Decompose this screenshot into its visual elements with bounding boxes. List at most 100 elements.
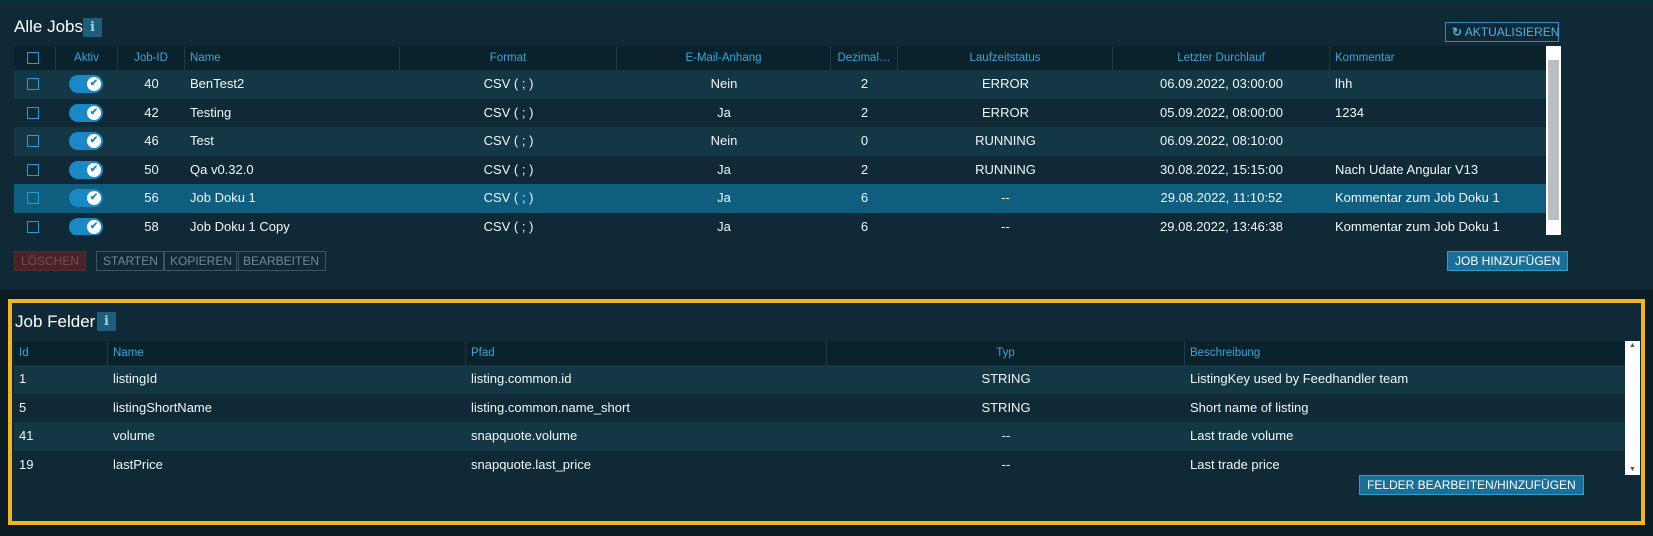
header-description[interactable]: Beschreibung (1185, 341, 1625, 365)
job-active-toggle[interactable]: ✔ (69, 132, 103, 150)
job-status-cell: RUNNING (975, 161, 1036, 177)
job-last-run-cell: 30.08.2022, 15:15:00 (1160, 161, 1283, 177)
job-row[interactable]: ✔ 50 Qa v0.32.0 CSV ( ; ) Ja 2 RUNNING 30.08.20… (14, 155, 1561, 184)
header-field-name[interactable]: Name (108, 341, 466, 365)
check-icon: ✔ (87, 191, 101, 205)
header-comment[interactable]: Kommentar (1330, 46, 1545, 70)
jobs-info-icon[interactable]: i (83, 18, 102, 37)
field-row[interactable]: 1 listingId listing.common.id STRING Listing… (14, 365, 1625, 394)
scroll-up-icon[interactable]: ▲ (1625, 341, 1640, 351)
job-row[interactable]: ✔ 40 BenTest2 CSV ( ; ) Nein 2 ERROR 06.09.2022… (14, 70, 1561, 99)
job-active-toggle[interactable]: ✔ (69, 217, 103, 235)
header-last-run[interactable]: Letzter Durchlauf (1113, 46, 1330, 70)
edit-fields-button[interactable]: FELDER BEARBEITEN/HINZUFÜGEN (1359, 475, 1584, 495)
edit-button[interactable]: BEARBEITEN (236, 251, 327, 271)
job-decimal-cell: 0 (860, 133, 869, 148)
select-all-checkbox[interactable] (27, 52, 39, 64)
jobs-panel-title: Alle Jobs (14, 17, 83, 36)
add-job-button[interactable]: JOB HINZUFÜGEN (1447, 251, 1569, 271)
header-email[interactable]: E-Mail-Anhang (617, 46, 831, 70)
refresh-button[interactable]: ↻ AKTUALISIEREN (1445, 22, 1559, 42)
field-id-cell: 41 (19, 428, 34, 443)
job-last-run-cell: 06.09.2022, 08:10:00 (1160, 133, 1283, 148)
job-comment-cell: Kommentar zum Job Doku 1 (1335, 218, 1500, 234)
copy-button[interactable]: KOPIEREN (163, 251, 240, 271)
job-format-cell: CSV ( ; ) (483, 104, 534, 120)
header-select-all-cell (14, 46, 56, 70)
jobs-scrollbar-thumb[interactable] (1548, 60, 1559, 220)
job-row-checkbox[interactable] (27, 192, 39, 204)
job-id-cell: 40 (144, 76, 159, 91)
field-path-cell: snapquote.last_price (471, 456, 591, 472)
field-id-cell: 5 (19, 399, 27, 415)
field-row[interactable]: 5 listingShortName listing.common.name_sho… (14, 393, 1625, 422)
job-email-cell: Nein (710, 133, 738, 148)
scroll-down-icon[interactable]: ▼ (1625, 465, 1640, 475)
job-decimal-cell: 2 (860, 76, 869, 91)
job-email-cell: Nein (710, 76, 738, 91)
job-name-cell: Job Doku 1 (190, 190, 256, 205)
header-name[interactable]: Name (185, 46, 400, 70)
jobs-table: Aktiv Job-ID Name Format E-Mail-Anhang D… (14, 46, 1561, 235)
job-email-cell: Ja (717, 190, 731, 205)
delete-button[interactable]: LÖSCHEN (14, 251, 87, 271)
job-row-checkbox[interactable] (27, 106, 39, 119)
jobs-table-scrollbar[interactable] (1546, 46, 1561, 235)
job-row[interactable]: ✔ 46 Test CSV ( ; ) Nein 0 RUNNING 06.09.2022, … (14, 127, 1561, 156)
fields-table: Id Name Pfad Typ Beschreibung 1 listingId… (14, 341, 1640, 475)
job-status-cell: RUNNING (975, 133, 1036, 148)
job-email-cell: Ja (717, 161, 731, 177)
field-path-cell: listing.common.name_short (471, 399, 630, 415)
job-active-toggle[interactable]: ✔ (69, 189, 103, 207)
job-row[interactable]: ✔ 42 Testing CSV ( ; ) Ja 2 ERROR 05.09.2022, 0… (14, 98, 1561, 127)
job-active-toggle[interactable]: ✔ (69, 160, 103, 179)
start-button[interactable]: STARTEN (96, 251, 165, 271)
header-format[interactable]: Format (400, 46, 617, 70)
job-id-cell: 46 (144, 133, 159, 148)
job-row-checkbox[interactable] (27, 163, 39, 176)
fields-panel: Job Felder i Id Name Pfad Typ Beschreibu… (8, 299, 1645, 525)
job-name-cell: Test (190, 133, 214, 148)
field-row[interactable]: 41 volume snapquote.volume -- Last trade vol… (14, 422, 1625, 451)
job-decimal-cell: 6 (860, 190, 869, 205)
job-last-run-cell: 06.09.2022, 03:00:00 (1160, 76, 1283, 91)
header-type[interactable]: Typ (827, 341, 1185, 365)
field-description-cell: Short name of listing (1190, 399, 1309, 415)
job-decimal-cell: 2 (860, 104, 869, 120)
field-name-cell: listingShortName (113, 399, 212, 415)
job-name-cell: Testing (190, 104, 232, 120)
job-id-cell: 56 (144, 190, 159, 205)
job-format-cell: CSV ( ; ) (483, 133, 534, 148)
header-path[interactable]: Pfad (466, 341, 827, 365)
field-description-cell: ListingKey used by Feedhandler team (1190, 371, 1409, 386)
fields-panel-title: Job Felder (15, 312, 96, 331)
job-row-checkbox[interactable] (27, 78, 39, 90)
header-aktiv[interactable]: Aktiv (56, 46, 118, 70)
check-icon: ✔ (87, 77, 101, 91)
header-id[interactable]: Id (14, 341, 108, 365)
job-row[interactable]: ✔ 56 Job Doku 1 CSV ( ; ) Ja 6 -- 29.08.2022, 1… (14, 184, 1561, 213)
field-row[interactable]: 19 lastPrice snapquote.last_price -- Last tr… (14, 450, 1625, 475)
jobs-panel: Alle Jobs i ↻ AKTUALISIEREN Aktiv Job-ID… (0, 0, 1653, 290)
job-row-checkbox[interactable] (27, 135, 39, 147)
job-active-toggle[interactable]: ✔ (69, 103, 103, 122)
job-decimal-cell: 6 (860, 218, 869, 234)
job-format-cell: CSV ( ; ) (483, 161, 534, 177)
job-decimal-cell: 2 (860, 161, 869, 177)
job-row-checkbox[interactable] (27, 220, 39, 233)
job-last-run-cell: 29.08.2022, 13:46:38 (1160, 218, 1283, 234)
fields-info-icon[interactable]: i (97, 312, 116, 331)
job-row[interactable]: ✔ 58 Job Doku 1 Copy CSV ( ; ) Ja 6 -- 29.08.20… (14, 212, 1561, 235)
check-icon: ✔ (87, 105, 101, 120)
job-name-cell: Qa v0.32.0 (190, 161, 254, 177)
field-description-cell: Last trade volume (1190, 428, 1294, 443)
job-name-cell: Job Doku 1 Copy (190, 218, 290, 234)
header-job-id[interactable]: Job-ID (118, 46, 185, 70)
fields-table-scrollbar[interactable]: ▲ ▼ (1625, 341, 1640, 475)
header-decimal[interactable]: Dezimal… (831, 46, 898, 70)
job-active-toggle[interactable]: ✔ (69, 75, 103, 93)
header-runtime-status[interactable]: Laufzeitstatus (898, 46, 1113, 70)
check-icon: ✔ (87, 134, 101, 148)
job-status-cell: -- (1001, 218, 1010, 234)
field-name-cell: listingId (113, 371, 158, 386)
